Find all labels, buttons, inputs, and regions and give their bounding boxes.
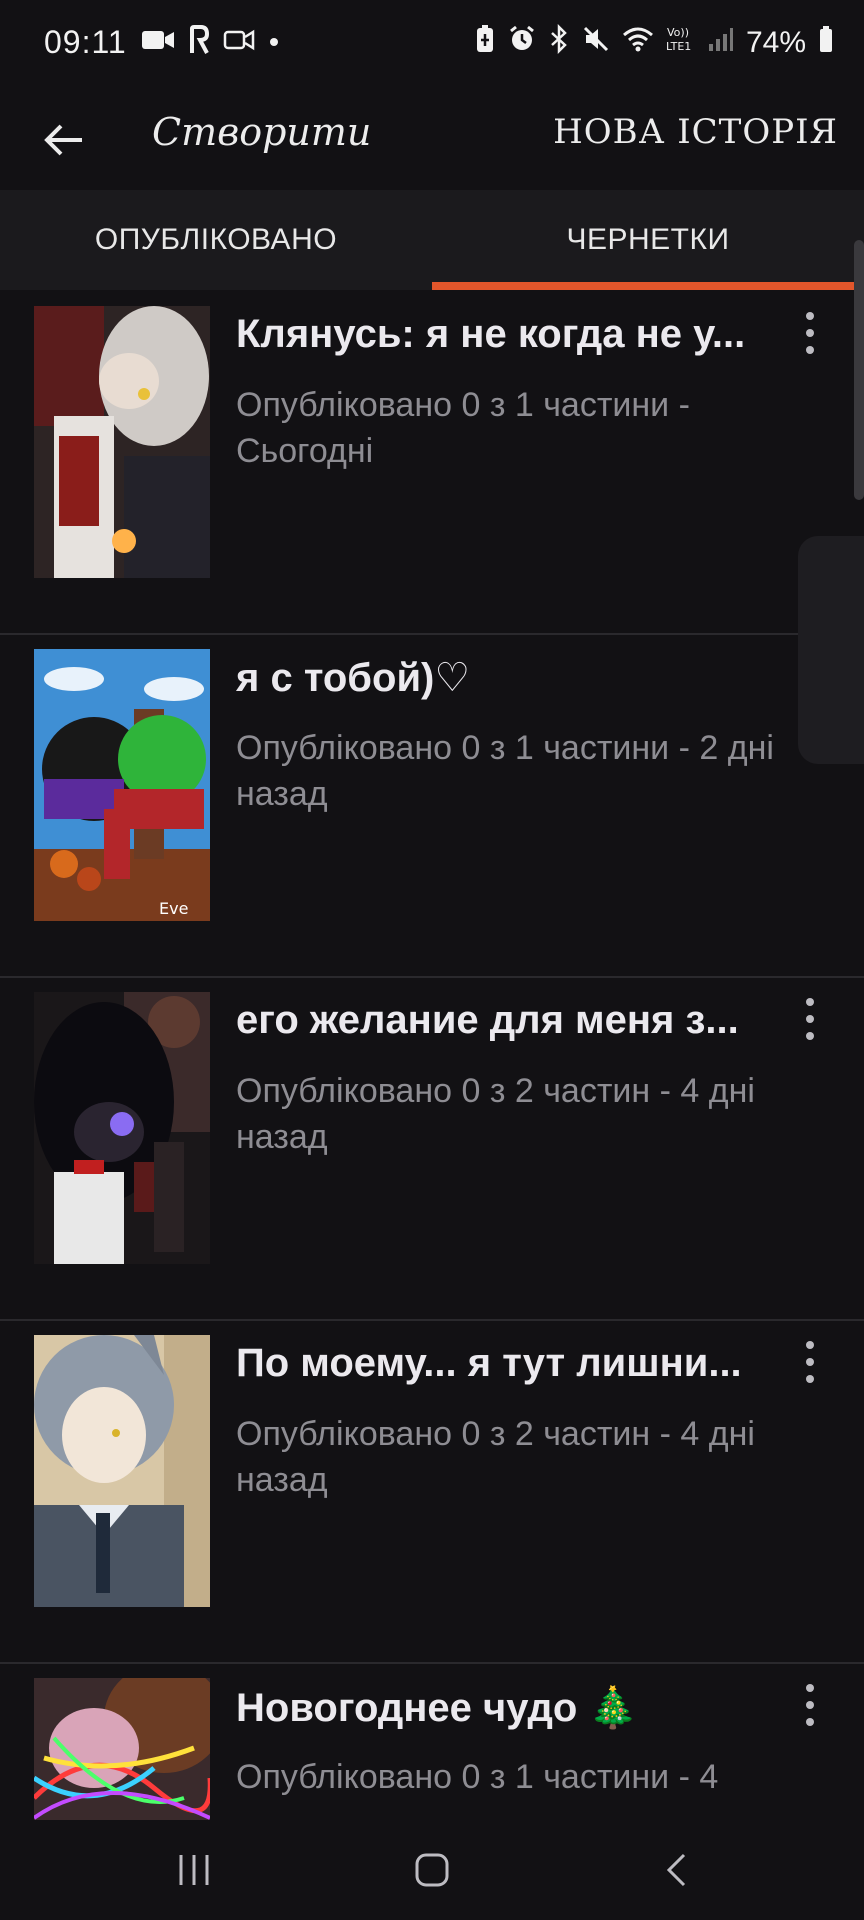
wifi-icon: [622, 25, 654, 61]
home-icon: [415, 1853, 449, 1887]
battery-percentage: 74%: [745, 26, 806, 59]
story-list-item[interactable]: По моему... я тут лишни... Опубліковано …: [0, 1319, 864, 1664]
story-meta: Опубліковано 0 з 1 частини - 4: [236, 1758, 719, 1796]
battery-saver-icon: [474, 24, 496, 62]
story-list-item[interactable]: его желание для меня з... Опубліковано 0…: [0, 976, 864, 1321]
more-options-icon[interactable]: [790, 994, 830, 1044]
story-meta: Опубліковано 0 з 2 частин - 4 дні назад: [236, 1072, 755, 1156]
edge-panel-handle[interactable]: [798, 536, 864, 764]
story-cover-image: [34, 1678, 210, 1820]
tab-drafts[interactable]: ЧЕРНЕТКИ: [432, 190, 864, 290]
story-meta: Опубліковано 0 з 1 частини - 2 дні назад: [236, 729, 774, 813]
svg-text:Vo)): Vo)): [667, 26, 689, 39]
page-title: Створити: [152, 110, 372, 154]
recent-apps-icon: [179, 1855, 209, 1885]
alarm-icon: [508, 25, 536, 61]
volte-icon: Vo)) LTE1: [666, 25, 696, 61]
story-meta: Опубліковано 0 з 1 частини - Сьогодні: [236, 386, 690, 470]
more-options-icon[interactable]: [790, 1337, 830, 1387]
story-list-item[interactable]: Клянусь: я не когда не у... Опубліковано…: [0, 290, 864, 635]
svg-text:LTE1: LTE1: [666, 40, 691, 53]
system-navigation-bar: [0, 1820, 864, 1920]
active-tab-indicator: [432, 282, 864, 290]
story-title: Новогоднее чудо 🎄: [236, 1686, 639, 1730]
signal-strength-icon: [708, 26, 734, 60]
back-arrow-icon: [44, 124, 82, 156]
story-title: По моему... я тут лишни...: [236, 1341, 742, 1385]
story-cover-image: [34, 306, 210, 578]
tab-bar: ОПУБЛІКОВАНО ЧЕРНЕТКИ: [0, 190, 864, 290]
app-header: Створити НОВА ІСТОРІЯ: [0, 90, 864, 190]
more-notifications-dot-icon: [269, 34, 279, 52]
recent-apps-button[interactable]: [154, 1840, 234, 1900]
new-story-button[interactable]: НОВА ІСТОРІЯ: [553, 112, 838, 152]
story-title: Клянусь: я не когда не у...: [236, 312, 746, 356]
svg-text:Eve: Eve: [159, 899, 188, 918]
tab-published[interactable]: ОПУБЛІКОВАНО: [0, 190, 432, 290]
story-list-item[interactable]: Новогоднее чудо 🎄 Опубліковано 0 з 1 час…: [0, 1662, 864, 1820]
clock: 09:11: [44, 24, 127, 60]
drafts-list: Клянусь: я не когда не у... Опубліковано…: [0, 290, 864, 1820]
bluetooth-icon: [548, 23, 570, 62]
battery-icon: [818, 25, 834, 61]
story-list-item[interactable]: Eve я с тобой)♡ Опубліковано 0 з 1 части…: [0, 633, 864, 978]
status-right: Vo)) LTE1 74%: [474, 23, 834, 62]
scrollbar[interactable]: [854, 240, 864, 500]
video-call-icon: [223, 29, 255, 56]
story-meta: Опубліковано 0 з 2 частин - 4 дні назад: [236, 1415, 755, 1499]
mute-icon: [582, 25, 610, 61]
more-options-icon[interactable]: [790, 1680, 830, 1730]
story-title: я с тобой)♡: [236, 656, 471, 700]
video-recorder-icon: [141, 29, 175, 56]
app-notification-icon: [189, 25, 209, 60]
back-button[interactable]: [36, 112, 92, 168]
status-left: 09:11: [44, 24, 279, 61]
system-back-button[interactable]: [636, 1840, 716, 1900]
chevron-left-icon: [666, 1853, 686, 1887]
more-options-icon[interactable]: [790, 308, 830, 358]
home-button[interactable]: [392, 1840, 472, 1900]
story-cover-image: [34, 1335, 210, 1607]
story-cover-image: [34, 992, 210, 1264]
status-bar: 09:11 Vo)) LTE1 74%: [0, 0, 864, 90]
story-cover-image: Eve: [34, 649, 210, 921]
story-title: его желание для меня з...: [236, 998, 739, 1042]
